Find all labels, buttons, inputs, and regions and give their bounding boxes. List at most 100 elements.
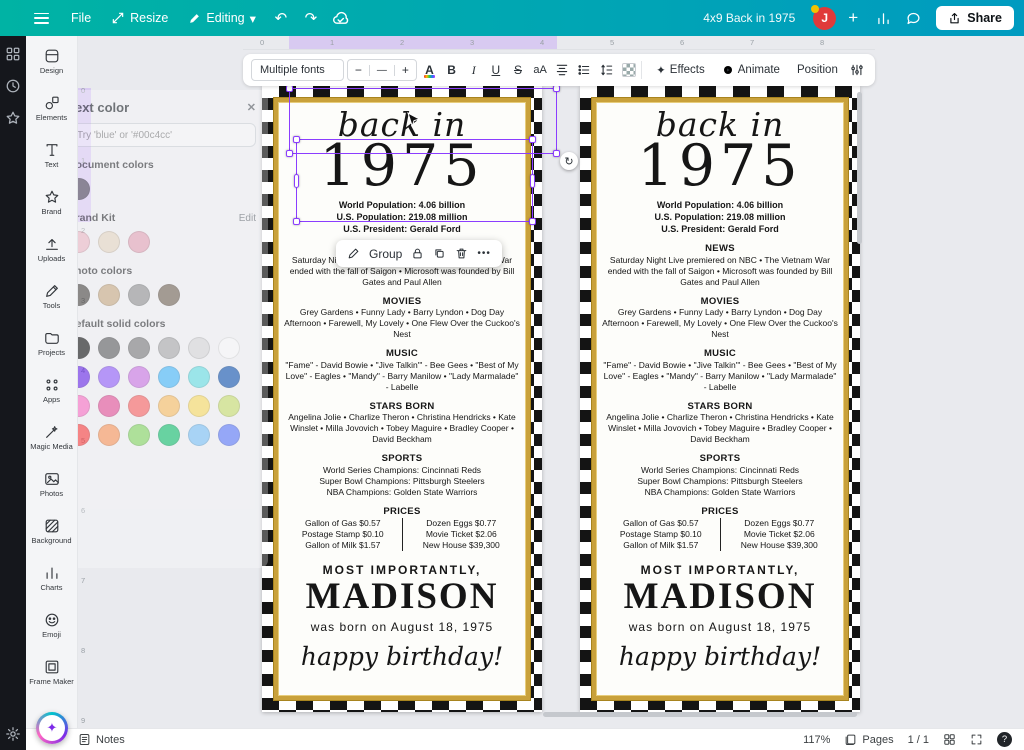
- resize-handle[interactable]: [553, 150, 560, 157]
- sidebar-item-photos[interactable]: Photos: [26, 461, 78, 508]
- fullscreen-button[interactable]: [970, 733, 983, 746]
- resize-handle[interactable]: [286, 85, 293, 92]
- hamburger-menu-icon[interactable]: [34, 13, 49, 24]
- document-title[interactable]: 4x9 Back in 1975: [703, 11, 795, 25]
- sidebar-item-design[interactable]: Design: [26, 38, 78, 85]
- transparency-button[interactable]: [619, 59, 638, 81]
- poster-section-stars-born[interactable]: STARS BORN Angelina Jolie • Charlize The…: [284, 401, 520, 446]
- color-swatch[interactable]: [188, 337, 210, 359]
- sidebar-item-magic-media[interactable]: Magic Media: [26, 414, 78, 461]
- comments-button[interactable]: [900, 5, 926, 31]
- italic-button[interactable]: I: [464, 59, 483, 81]
- text-case-button[interactable]: aA: [531, 59, 550, 81]
- color-swatch[interactable]: [218, 395, 240, 417]
- settings-gear-icon[interactable]: [5, 726, 21, 742]
- font-size-decrease[interactable]: −: [348, 63, 369, 77]
- poster-name[interactable]: MADISON: [284, 578, 520, 617]
- undo-button[interactable]: ↶: [268, 5, 294, 31]
- width-handle[interactable]: [530, 174, 535, 188]
- color-swatch[interactable]: [128, 366, 150, 388]
- trash-icon[interactable]: [455, 247, 468, 260]
- resize-handle[interactable]: [529, 218, 536, 225]
- list-button[interactable]: [575, 59, 594, 81]
- duplicate-icon[interactable]: [433, 247, 446, 260]
- animate-button[interactable]: Animate: [715, 59, 787, 81]
- color-swatch[interactable]: [98, 284, 120, 306]
- color-swatch[interactable]: [158, 424, 180, 446]
- poster-section-prices[interactable]: PRICES Gallon of Gas $0.57 Postage Stamp…: [284, 506, 520, 552]
- zoom-level[interactable]: 117%: [803, 734, 830, 746]
- color-swatch[interactable]: [128, 284, 150, 306]
- color-swatch[interactable]: [128, 337, 150, 359]
- color-swatch[interactable]: [188, 395, 210, 417]
- poster-section-sports[interactable]: SPORTS World Series Champions: Cincinnat…: [284, 453, 520, 498]
- poster-happy-birthday[interactable]: happy birthday!: [284, 643, 520, 671]
- bold-button[interactable]: B: [442, 59, 461, 81]
- color-swatch[interactable]: [158, 366, 180, 388]
- sidebar-item-tools[interactable]: Tools: [26, 273, 78, 320]
- apps-grid-icon[interactable]: [5, 46, 21, 62]
- starred-icon[interactable]: [5, 110, 21, 126]
- redo-button[interactable]: ↷: [298, 5, 324, 31]
- position-button[interactable]: Position: [790, 59, 845, 81]
- sidebar-item-background[interactable]: Background: [26, 508, 78, 555]
- poster-section-music[interactable]: MUSIC "Fame" - David Bowie • "Jive Talki…: [284, 348, 520, 393]
- color-swatch[interactable]: [158, 395, 180, 417]
- sidebar-item-apps[interactable]: Apps: [26, 367, 78, 414]
- color-swatch[interactable]: [98, 424, 120, 446]
- color-swatch[interactable]: [158, 337, 180, 359]
- font-family-dropdown[interactable]: Multiple fonts: [251, 59, 344, 81]
- color-swatch[interactable]: [98, 366, 120, 388]
- poster-born-line[interactable]: was born on August 18, 1975: [284, 620, 520, 634]
- poster-section-movies[interactable]: MOVIES Grey Gardens • Funny Lady • Barry…: [602, 296, 838, 341]
- avatar[interactable]: J: [813, 7, 836, 30]
- insights-chart-button[interactable]: [870, 5, 896, 31]
- resize-handle[interactable]: [293, 218, 300, 225]
- color-swatch[interactable]: [98, 395, 120, 417]
- selection-box-year[interactable]: [296, 139, 533, 222]
- resize-handle[interactable]: [529, 136, 536, 143]
- file-menu-button[interactable]: File: [63, 6, 99, 30]
- help-button[interactable]: ?: [997, 732, 1012, 747]
- advanced-settings-button[interactable]: [848, 59, 867, 81]
- sidebar-item-uploads[interactable]: Uploads: [26, 226, 78, 273]
- font-size-increase[interactable]: +: [395, 63, 416, 77]
- underline-button[interactable]: U: [486, 59, 505, 81]
- recent-clock-icon[interactable]: [5, 78, 21, 94]
- canvas-page-2[interactable]: back in 1975 World Population: 4.06 bill…: [580, 86, 860, 712]
- poster-section-stars-born[interactable]: STARS BORN Angelina Jolie • Charlize The…: [602, 401, 838, 446]
- share-button[interactable]: Share: [936, 6, 1014, 30]
- notes-button[interactable]: Notes: [78, 733, 125, 746]
- text-color-button[interactable]: A: [420, 59, 439, 81]
- effects-button[interactable]: ✦ Effects: [649, 59, 712, 81]
- more-options-icon[interactable]: •••: [477, 248, 491, 259]
- poster-happy-birthday[interactable]: happy birthday!: [602, 643, 838, 671]
- poster-facts[interactable]: World Population: 4.06 billion U.S. Popu…: [602, 200, 838, 235]
- lock-icon[interactable]: [411, 247, 424, 260]
- poster-section-news[interactable]: NEWS Saturday Night Live premiered on NB…: [602, 243, 838, 288]
- color-swatch[interactable]: [128, 424, 150, 446]
- sidebar-item-emoji[interactable]: Emoji: [26, 602, 78, 649]
- add-member-button[interactable]: +: [840, 5, 866, 31]
- poster-section-music[interactable]: MUSIC "Fame" - David Bowie • "Jive Talki…: [602, 348, 838, 393]
- color-swatch[interactable]: [128, 231, 150, 253]
- font-size-stepper[interactable]: − — +: [347, 59, 417, 81]
- color-swatch[interactable]: [128, 395, 150, 417]
- grid-view-button[interactable]: [943, 733, 956, 746]
- color-swatch[interactable]: [158, 284, 180, 306]
- close-icon[interactable]: ✕: [247, 101, 256, 114]
- strikethrough-button[interactable]: S: [508, 59, 527, 81]
- horizontal-scrollbar[interactable]: [543, 712, 857, 717]
- sidebar-item-elements[interactable]: Elements: [26, 85, 78, 132]
- color-search-input[interactable]: [68, 123, 256, 147]
- width-handle[interactable]: [294, 174, 299, 188]
- color-swatch[interactable]: [218, 366, 240, 388]
- spacing-button[interactable]: [597, 59, 616, 81]
- poster-section-movies[interactable]: MOVIES Grey Gardens • Funny Lady • Barry…: [284, 296, 520, 341]
- color-swatch[interactable]: [98, 337, 120, 359]
- color-swatch[interactable]: [188, 424, 210, 446]
- sidebar-item-projects[interactable]: Projects: [26, 320, 78, 367]
- sidebar-item-charts[interactable]: Charts: [26, 555, 78, 602]
- poster-born-line[interactable]: was born on August 18, 1975: [602, 620, 838, 634]
- editing-mode-dropdown[interactable]: Editing ▾: [180, 6, 264, 31]
